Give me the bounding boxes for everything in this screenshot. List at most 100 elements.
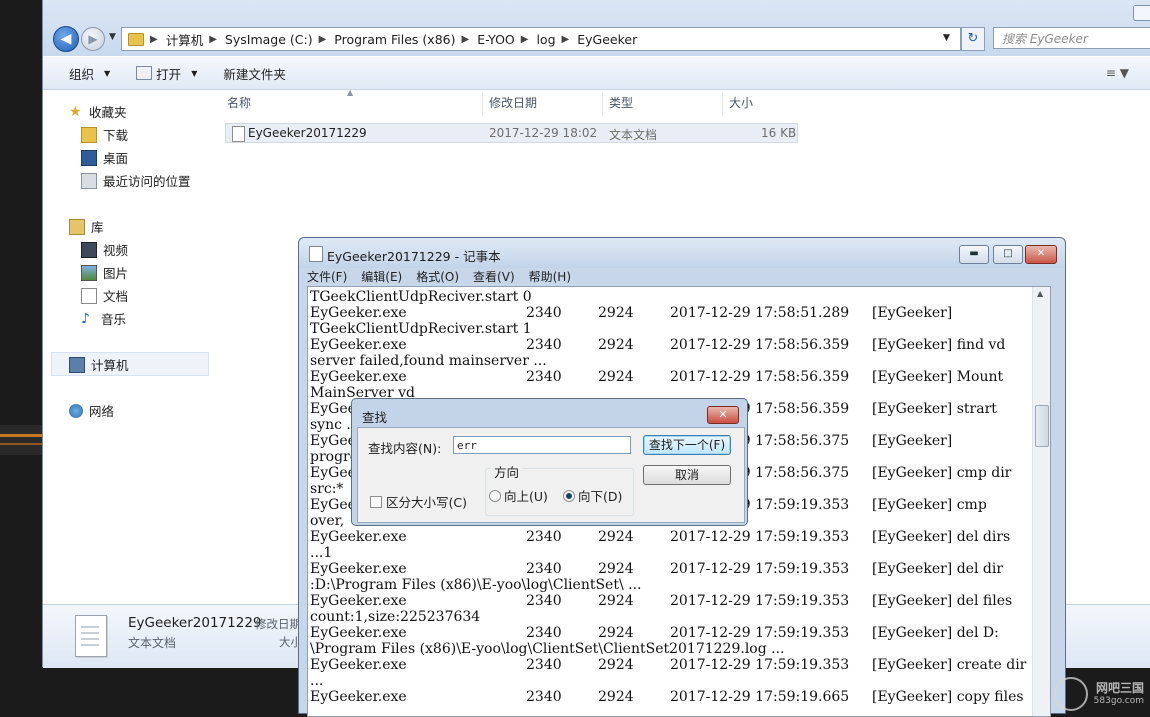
new-folder-button[interactable]: 新建文件夹 <box>223 64 286 83</box>
maximize-icon[interactable]: □ <box>993 245 1023 264</box>
log-column-3: 2924 <box>598 561 634 577</box>
nav-recent[interactable]: 最近访问的位置 <box>81 171 191 190</box>
radio-on-icon <box>563 489 575 502</box>
nav-pictures-label: 图片 <box>103 266 129 281</box>
breadcrumb-computer[interactable]: 计算机 <box>166 30 204 49</box>
nav-music[interactable]: ♪ 音乐 <box>81 309 126 328</box>
cancel-button[interactable]: 取消 <box>643 465 731 485</box>
find-next-button[interactable]: 查找下一个(F) <box>643 435 731 455</box>
breadcrumb-separator-icon[interactable]: ▶ <box>521 34 529 45</box>
breadcrumb-e-yoo[interactable]: E-YOO <box>477 32 515 47</box>
view-options-icon[interactable]: ≡ ▼ <box>1106 66 1129 80</box>
downloads-folder-icon <box>81 126 97 143</box>
window-control-button[interactable] <box>1133 5 1150 21</box>
breadcrumb-separator-icon[interactable]: ▶ <box>150 34 158 45</box>
log-line: EyGeeker.exe 2340 2924 2017-12-29 17:58:51.… <box>310 305 1030 321</box>
find-what-label: 查找内容(N): <box>368 441 442 456</box>
log-column-5: [EyGeeker] find vd <box>872 337 1006 353</box>
organize-label: 组织 <box>69 66 95 82</box>
nav-desktop[interactable]: 桌面 <box>81 148 128 167</box>
document-icon <box>81 287 97 304</box>
log-column-3: 2924 <box>598 529 634 545</box>
search-input[interactable]: 搜索 EyGeeker <box>993 27 1150 49</box>
nav-network-label: 网络 <box>89 404 115 419</box>
direction-down-label: 向下(D) <box>578 489 623 504</box>
breadcrumb-separator-icon[interactable]: ▶ <box>461 34 469 45</box>
network-globe-icon <box>69 403 83 418</box>
log-column-1: ... <box>310 673 324 689</box>
open-button[interactable]: 打开 ▼ <box>136 64 197 83</box>
breadcrumb-separator-icon[interactable]: ▶ <box>562 34 570 45</box>
organize-button[interactable]: 组织 ▼ <box>69 64 110 83</box>
chevron-down-icon: ▼ <box>191 68 198 78</box>
navigation-pane: ★ 收藏夹 下载 桌面 最近访问的位置 库 视频 图片 文档 ♪ 音乐 计算机 … <box>53 92 209 602</box>
log-line: :D:\Program Files (x86)\E-yoo\log\Client… <box>310 577 1030 593</box>
breadcrumb-eygeeker[interactable]: EyGeeker <box>577 32 637 47</box>
log-column-5: [EyGeeker] Mount <box>872 369 1004 385</box>
breadcrumb-separator-icon[interactable]: ▶ <box>209 34 217 45</box>
nav-videos[interactable]: 视频 <box>81 240 128 259</box>
vertical-scrollbar[interactable]: ▲ <box>1032 287 1050 716</box>
log-column-1: EyGeeker.exe <box>310 561 407 577</box>
address-dropdown-icon[interactable]: ▼ <box>943 33 950 43</box>
log-line: EyGeeker.exe 2340 2924 2017-12-29 17:58:56.… <box>310 337 1030 353</box>
breadcrumb-log[interactable]: log <box>536 32 555 47</box>
forward-arrow-icon[interactable]: ▶ <box>81 27 105 51</box>
log-column-2: 2340 <box>526 689 562 705</box>
menu-view[interactable]: 查看(V) <box>473 268 515 286</box>
log-line: \Program Files (x86)\E-yoo\log\ClientSet… <box>310 641 1030 657</box>
nav-libraries-label: 库 <box>91 220 104 235</box>
menu-edit[interactable]: 编辑(E) <box>361 268 402 286</box>
column-modified[interactable]: 修改日期 <box>482 92 603 116</box>
nav-pictures[interactable]: 图片 <box>81 263 128 282</box>
log-column-1: server failed,found mainserver ... <box>310 353 547 369</box>
nav-downloads[interactable]: 下载 <box>81 125 128 144</box>
file-row[interactable]: EyGeeker20171229 2017-12-29 18:02 文本文档 1… <box>225 123 798 143</box>
close-icon[interactable]: ✕ <box>1025 245 1057 264</box>
log-column-4: 2017-12-29 17:59:19.353 <box>670 529 850 545</box>
column-name[interactable]: 名称 <box>227 92 482 116</box>
direction-up-radio[interactable]: 向上(U) <box>489 486 548 505</box>
column-size[interactable]: 大小 <box>722 92 805 116</box>
minimize-icon[interactable]: ▬ <box>959 245 989 264</box>
nav-network[interactable]: 网络 <box>69 401 114 420</box>
nav-favorites[interactable]: ★ 收藏夹 <box>69 102 127 121</box>
breadcrumb-program-files[interactable]: Program Files (x86) <box>334 32 455 47</box>
notepad-titlebar[interactable]: EyGeeker20171229 - 记事本 ▬ □ ✕ <box>299 238 1065 268</box>
direction-label: 方向 <box>491 462 523 481</box>
log-column-5: [EyGeeker] del dir <box>872 561 1004 577</box>
address-bar[interactable]: ▶ 计算机 ▶ SysImage (C:) ▶ Program Files (x… <box>121 27 961 51</box>
log-column-1: EyGeeker.exe <box>310 369 407 385</box>
scroll-up-icon[interactable]: ▲ <box>1037 289 1043 298</box>
close-icon[interactable]: ✕ <box>707 406 739 424</box>
file-name: EyGeeker20171229 <box>248 126 367 140</box>
menu-help[interactable]: 帮助(H) <box>529 268 571 286</box>
breadcrumb-drive-c[interactable]: SysImage (C:) <box>225 32 313 47</box>
menu-format[interactable]: 格式(O) <box>416 268 459 286</box>
log-column-4: 2017-12-29 17:58:56.359 <box>670 337 850 353</box>
direction-down-radio[interactable]: 向下(D) <box>563 486 622 505</box>
find-dialog: 查找 ✕ 查找内容(N): err 查找下一个(F) 取消 方向 向上(U) 向… <box>351 398 748 526</box>
log-column-1: TGeekClientUdpReciver.start 0 <box>310 289 532 305</box>
column-type[interactable]: 类型 <box>602 92 723 116</box>
scrollbar-thumb[interactable] <box>1035 405 1049 447</box>
details-modified-label: 修改日期 <box>255 617 301 631</box>
nav-libraries[interactable]: 库 <box>69 217 104 236</box>
nav-documents[interactable]: 文档 <box>81 286 128 305</box>
log-column-5: [EyGeeker] cmp <box>872 497 987 513</box>
nav-computer[interactable]: 计算机 <box>69 355 129 374</box>
nav-desktop-label: 桌面 <box>103 151 129 166</box>
breadcrumb-separator-icon[interactable]: ▶ <box>319 34 327 45</box>
notepad-icon <box>309 246 323 262</box>
menu-file[interactable]: 文件(F) <box>307 268 347 286</box>
log-column-3: 2924 <box>598 657 634 673</box>
watermark: 网吧三国 583go.com <box>1053 677 1144 711</box>
history-dropdown-icon[interactable]: ▼ <box>109 32 116 42</box>
log-column-1: :D:\Program Files (x86)\E-yoo\log\Client… <box>310 577 642 593</box>
find-what-input[interactable]: err <box>453 436 631 454</box>
match-case-checkbox[interactable]: 区分大小写(C) <box>370 492 467 511</box>
folder-icon <box>128 32 144 46</box>
back-arrow-icon[interactable]: ◀ <box>53 26 79 52</box>
refresh-icon[interactable]: ↻ <box>961 27 985 51</box>
log-line: server failed,found mainserver ... <box>310 353 1030 369</box>
